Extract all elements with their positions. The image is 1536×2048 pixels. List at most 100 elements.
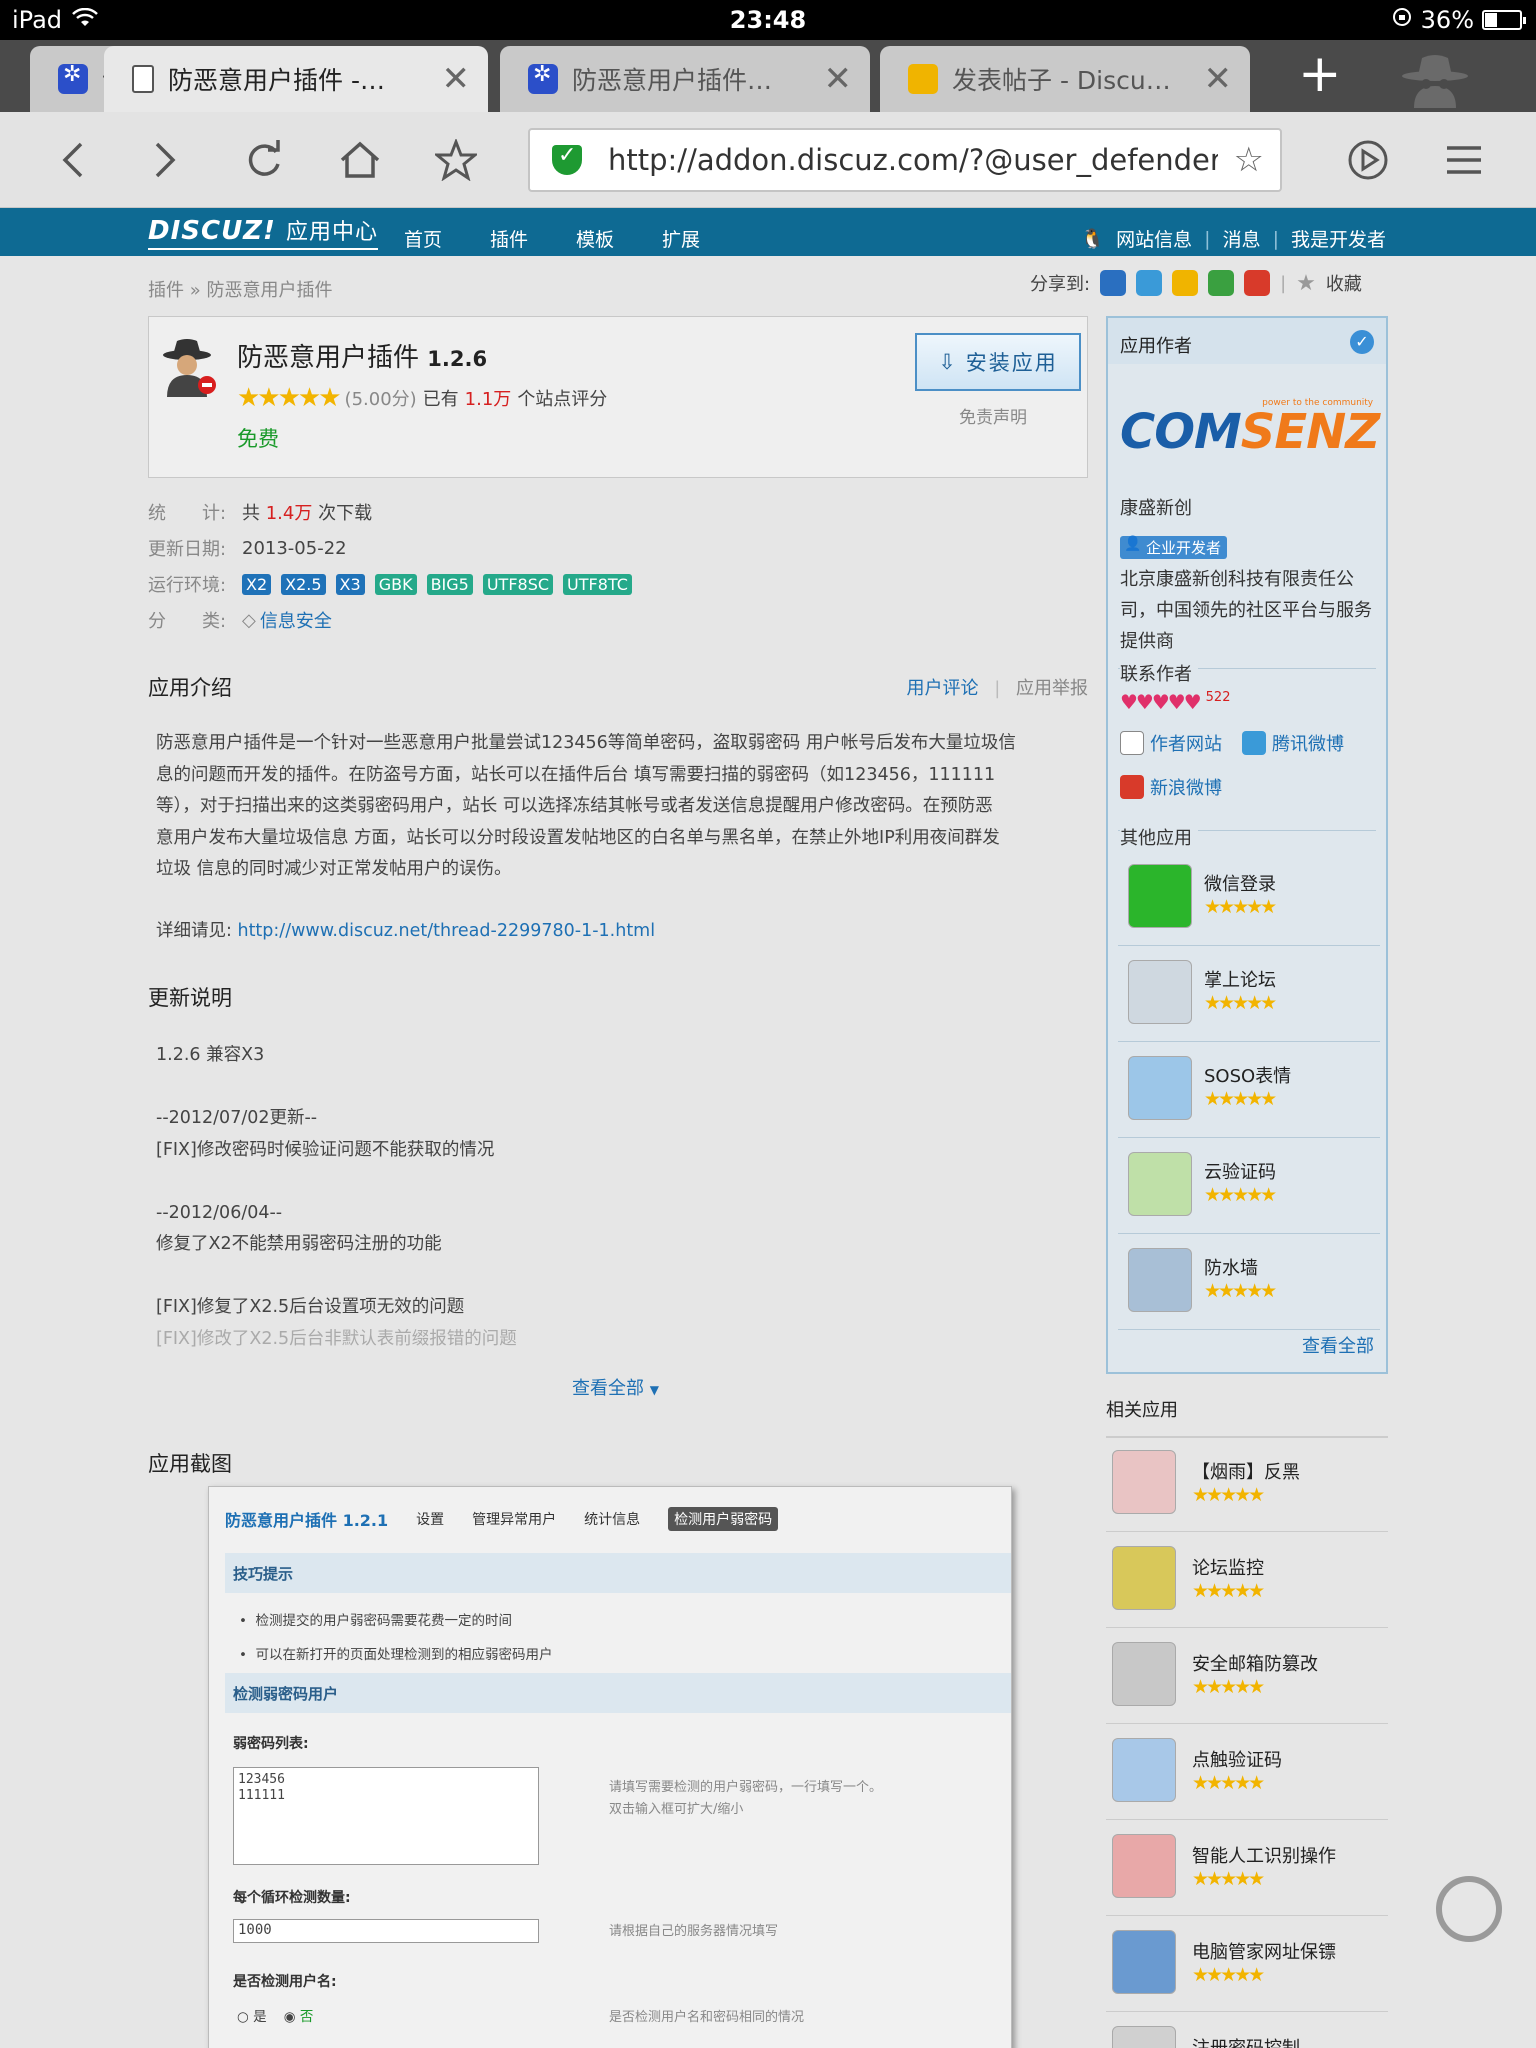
qzone-icon[interactable] <box>1100 270 1127 296</box>
category-link[interactable]: 信息安全 <box>260 607 332 633</box>
tab-2-active[interactable]: 防恶意用户插件 -… ✕ <box>104 46 488 112</box>
close-tab-icon[interactable]: ✕ <box>824 59 853 99</box>
author-panel: 应用作者 ✓ power to the community COMSENZ 康盛… <box>1106 316 1388 1374</box>
app-name: 防水墙 <box>1204 1258 1258 1279</box>
link-label: 新浪微博 <box>1150 778 1222 799</box>
changelog-line: [FIX]修复了X2.5后台设置项无效的问题 <box>156 1297 465 1317</box>
menu-button[interactable] <box>1440 136 1488 184</box>
app-screenshot[interactable]: 防恶意用户插件 1.2.1 设置 管理异常用户 统计信息 检测用户弱密码 技巧提… <box>208 1486 1012 2048</box>
tab-title: 防恶意用户插件… <box>572 66 773 95</box>
breadcrumb[interactable]: 插件 » 防恶意用户插件 <box>148 276 332 302</box>
detail-link[interactable]: http://www.discuz.net/thread-2299780-1-1… <box>237 921 655 941</box>
home-button[interactable] <box>336 136 384 184</box>
other-app-item[interactable]: SOSO表情 ★★★★★ <box>1118 1042 1380 1138</box>
meta-key: 更新日期: <box>148 539 227 560</box>
intro-line: 防恶意用户插件是一个针对一些恶意用户批量尝试123456等简单密码，盗取弱密码 … <box>156 733 1016 753</box>
back-button[interactable] <box>48 136 96 184</box>
related-app-item[interactable]: 注册密码控制 <box>1106 2012 1388 2048</box>
close-tab-icon[interactable]: ✕ <box>1204 59 1233 99</box>
other-app-item[interactable]: 云验证码 ★★★★★ <box>1118 1138 1380 1234</box>
nav-extensions[interactable]: 扩展 <box>662 225 700 252</box>
see-all-author-apps[interactable]: 查看全部 <box>1302 1332 1374 1358</box>
app-name: 【烟雨】反黑 <box>1192 1462 1300 1483</box>
related-app-item[interactable]: 点触验证码 ★★★★★ <box>1106 1724 1388 1820</box>
app-rating: ★★★★★ (5.00分) 已有 1.1万 个站点评分 <box>237 383 607 413</box>
nav-developer[interactable]: 我是开发者 <box>1291 225 1386 252</box>
changelog-line: 修复了X2不能禁用弱密码注册的功能 <box>156 1234 442 1254</box>
other-app-item[interactable]: 防水墙 ★★★★★ <box>1118 1234 1380 1330</box>
related-app-item[interactable]: 智能人工识别操作 ★★★★★ <box>1106 1820 1388 1916</box>
star-share-icon[interactable] <box>1172 270 1199 296</box>
shot-count-hint: 请根据自己的服务器情况填写 <box>609 1924 779 1939</box>
sina-weibo-link[interactable]: 新浪微博 <box>1120 774 1222 800</box>
media-play-button[interactable] <box>1344 136 1392 184</box>
forward-button[interactable] <box>142 136 190 184</box>
nav-templates[interactable]: 模板 <box>576 225 614 252</box>
add-bookmark-icon[interactable]: ☆ <box>1234 140 1264 180</box>
rating-score: (5.00分) <box>344 389 417 410</box>
tencent-weibo-icon[interactable] <box>1136 270 1163 296</box>
bookmark-button[interactable] <box>432 136 480 184</box>
author-name-link[interactable]: 康盛新创 <box>1120 494 1192 520</box>
tab-title: 发表帖子 - Discu… <box>952 66 1171 95</box>
tencent-weibo-link[interactable]: 腾讯微博 <box>1242 730 1344 756</box>
incognito-icon[interactable] <box>1400 52 1470 108</box>
related-app-item[interactable]: 电脑管家网址保镖 ★★★★★ <box>1106 1916 1388 2012</box>
app-name: 安全邮箱防篡改 <box>1192 1654 1318 1675</box>
url-text: http://addon.discuz.com/?@user_defender.… <box>608 143 1218 177</box>
app-name: 智能人工识别操作 <box>1192 1846 1336 1867</box>
view-all-changelog[interactable]: 查看全部 ▼ <box>572 1374 659 1400</box>
rating-stars: ★★★★★ <box>1192 1676 1265 1698</box>
status-bar: iPad 23:48 36% <box>0 0 1536 40</box>
other-app-item[interactable]: 掌上论坛 ★★★★★ <box>1118 946 1380 1042</box>
report-link[interactable]: 应用举报 <box>1016 678 1088 699</box>
screenshot-heading: 应用截图 <box>148 1452 232 1476</box>
assistive-touch-button[interactable] <box>1436 1876 1502 1942</box>
verified-icon: ✓ <box>1350 330 1374 354</box>
sina-weibo-icon[interactable] <box>1244 270 1271 296</box>
logo-part-b: SENZ <box>1240 404 1380 460</box>
tab-3[interactable]: 防恶意用户插件… ✕ <box>500 46 870 112</box>
shot-menu-item: 统计信息 <box>584 1512 641 1528</box>
browser-toolbar: http://addon.discuz.com/?@user_defender.… <box>0 112 1536 208</box>
intro-text: 防恶意用户插件是一个针对一些恶意用户批量尝试123456等简单密码，盗取弱密码 … <box>156 728 1076 886</box>
rating-stars: ★★★★★ <box>1192 1484 1265 1506</box>
nav-site-info[interactable]: 网站信息 <box>1116 225 1192 252</box>
app-info-box: 防恶意用户插件 1.2.6 ★★★★★ (5.00分) 已有 1.1万 个站点评… <box>148 316 1088 478</box>
site-logo[interactable]: DISCUZ! 应用中心 <box>148 214 378 250</box>
spy-app-icon <box>161 337 217 397</box>
radio-selected-icon: ◉ <box>283 2009 296 2025</box>
rotation-lock-icon <box>1391 6 1413 34</box>
other-app-item[interactable]: 微信登录 ★★★★★ <box>1118 850 1380 946</box>
author-website-link[interactable]: 作者网站 <box>1120 730 1222 756</box>
reload-button[interactable] <box>240 136 288 184</box>
divider: | <box>994 678 1001 699</box>
app-meta: 统 计: 共 1.4万 次下载 更新日期: 2013-05-22 运行环境: X… <box>148 494 642 638</box>
related-app-item[interactable]: 论坛监控 ★★★★★ <box>1106 1532 1388 1628</box>
nav-plugins[interactable]: 插件 <box>490 225 528 252</box>
app-name: 注册密码控制 <box>1192 2034 1300 2048</box>
meta-updated: 更新日期: 2013-05-22 <box>148 530 642 566</box>
shot-count-label: 每个循环检测数量: <box>233 1890 351 1906</box>
kaixin-icon[interactable] <box>1208 270 1235 296</box>
shot-username-label: 是否检测用户名: <box>233 1974 337 1990</box>
app-name: SOSO表情 <box>1204 1066 1292 1087</box>
comsenz-logo[interactable]: power to the community COMSENZ <box>1120 398 1380 460</box>
intro-heading: 应用介绍 <box>148 676 232 700</box>
favorite-link[interactable]: 收藏 <box>1326 270 1362 296</box>
favorite-star-icon[interactable]: ★ <box>1296 271 1316 296</box>
close-tab-icon[interactable]: ✕ <box>442 59 471 99</box>
address-bar[interactable]: http://addon.discuz.com/?@user_defender.… <box>528 128 1282 192</box>
nav-messages[interactable]: 消息 <box>1223 225 1261 252</box>
link-label: 作者网站 <box>1150 734 1222 755</box>
related-app-item[interactable]: 安全邮箱防篡改 ★★★★★ <box>1106 1628 1388 1724</box>
tab-4[interactable]: 发表帖子 - Discu… ✕ <box>880 46 1250 112</box>
password-control-icon <box>1112 2026 1176 2048</box>
related-app-item[interactable]: 【烟雨】反黑 ★★★★★ <box>1106 1436 1388 1532</box>
disclaimer-link[interactable]: 免责声明 <box>959 403 1027 428</box>
discuz-icon <box>908 64 938 94</box>
user-comments-link[interactable]: 用户评论 <box>906 678 978 699</box>
new-tab-button[interactable]: + <box>1298 48 1342 100</box>
nav-home[interactable]: 首页 <box>404 225 442 252</box>
install-app-button[interactable]: ⇩ 安装应用 <box>915 333 1081 391</box>
